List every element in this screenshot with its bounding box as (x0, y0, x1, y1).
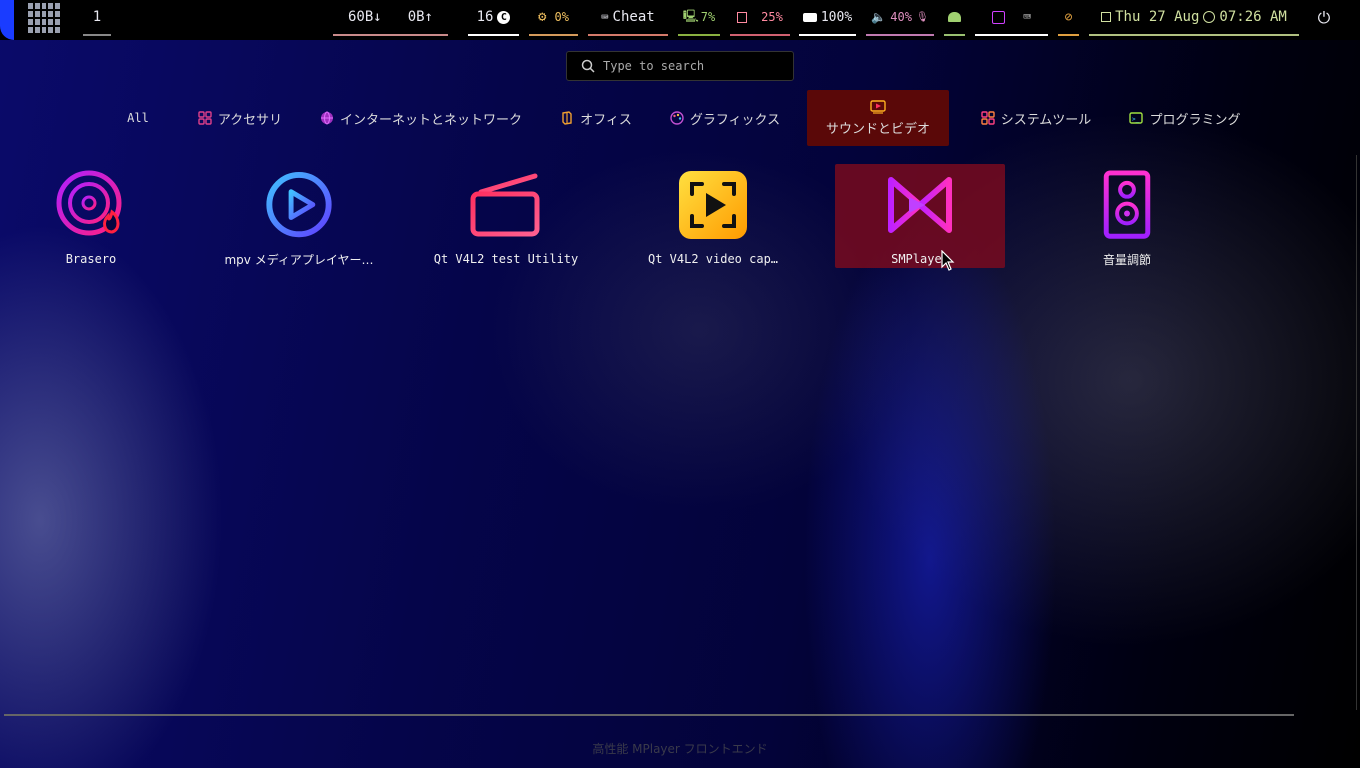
android-widget[interactable] (944, 0, 965, 36)
category-label: システムツール (1000, 112, 1092, 128)
category-graphics[interactable]: グラフィックス (662, 90, 788, 146)
category-office[interactable]: オフィス (552, 90, 640, 146)
multimedia-icon (870, 99, 886, 114)
mpv-icon (266, 171, 332, 238)
app-mpv[interactable]: mpv メディアプレイヤー… (214, 164, 384, 268)
search-box[interactable] (566, 51, 794, 81)
brasero-icon (56, 170, 122, 236)
keyboard-icon: ⌨ (601, 10, 609, 24)
clock-widget[interactable]: Thu 27 Aug 07:26 AM (1089, 0, 1299, 36)
battery-value: 100% (820, 9, 853, 25)
category-bar: All アクセサリ インターネットとネットワーク オフィス グラフィックス サウ… (0, 90, 1360, 148)
accessories-icon (198, 111, 212, 125)
updates-count: 16 (476, 9, 494, 25)
privacy-widget[interactable]: ⊘ (1058, 0, 1079, 36)
battery-widget[interactable]: 100% (799, 0, 856, 36)
microphone-icon: 🎙 (915, 11, 929, 23)
gear-icon: ⚙ (538, 9, 547, 25)
smplayer-icon (888, 177, 952, 233)
globe-icon (320, 111, 333, 125)
app-label: 音量調節 (1102, 253, 1151, 268)
refresh-icon: C (497, 10, 511, 24)
net-up-value: 0B↑ (407, 9, 433, 25)
network-widget[interactable]: 60B↓ 0B↑ (333, 0, 448, 36)
monitor-icon: 🖳 (682, 8, 699, 23)
search-input[interactable] (601, 58, 785, 74)
workspace-indicator[interactable]: 1 (83, 0, 111, 36)
palette-icon (670, 111, 684, 125)
category-all[interactable]: All (118, 90, 158, 146)
keyboard-tray-icon: ⌨ (1023, 9, 1031, 25)
temp-value: 7% (700, 10, 716, 24)
system-tools-icon (980, 111, 995, 125)
eye-off-icon: ⊘ (1064, 9, 1073, 25)
app-label: Qt V4L2 video cap… (647, 252, 779, 266)
volume-value: 40% (890, 10, 912, 24)
category-system-tools[interactable]: システムツール (972, 90, 1100, 146)
cpu-widget[interactable]: ⚙ 0% (529, 0, 578, 36)
app-label: mpv メディアプレイヤー… (224, 253, 374, 268)
category-label: インターネットとネットワーク (339, 112, 522, 128)
memory-value: 25% (761, 10, 783, 24)
temperature-widget[interactable]: 🖳 7% (678, 0, 720, 36)
twitch-icon (992, 10, 1006, 24)
android-icon (948, 12, 961, 22)
date-value: Thu 27 Aug (1115, 9, 1200, 25)
clock-icon (1203, 11, 1216, 23)
app-label: Brasero (65, 252, 117, 266)
battery-icon (802, 12, 817, 22)
power-icon[interactable]: ⏻ (1313, 0, 1335, 36)
code-icon: >_ (1129, 112, 1144, 124)
tray-widget[interactable]: ⌨ (975, 0, 1048, 36)
memory-widget[interactable]: 25% (730, 0, 790, 36)
category-programming[interactable]: >_ プログラミング (1122, 90, 1248, 146)
category-label: オフィス (580, 112, 632, 128)
horizontal-scrollbar[interactable] (4, 714, 1294, 716)
category-accessories[interactable]: アクセサリ (190, 90, 290, 146)
search-icon (581, 59, 595, 73)
app-brasero[interactable]: Brasero (6, 164, 176, 268)
workspace-number: 1 (92, 9, 102, 25)
cpu-value: 0% (554, 10, 569, 24)
app-qt-v4l2-test[interactable]: Qt V4L2 test Utility (421, 164, 591, 268)
svg-text:>_: >_ (1132, 116, 1140, 123)
top-bar: 1 60B↓ 0B↑ 16 C ⚙ 0% ⌨ Cheat 🖳 7% 25% 10… (0, 0, 1360, 40)
corner-accent (0, 0, 14, 40)
calendar-icon (1101, 12, 1112, 22)
launcher-area (0, 0, 68, 40)
category-label: サウンドとビデオ (825, 121, 930, 137)
app-description: 高性能 MPlayer フロントエンド (592, 742, 768, 756)
app-qt-v4l2-video-capture[interactable]: Qt V4L2 video cap… (628, 164, 798, 268)
category-internet[interactable]: インターネットとネットワーク (312, 90, 530, 146)
app-grid-icon[interactable] (28, 3, 60, 33)
mouse-cursor (941, 250, 955, 271)
scrollbar-track[interactable] (1356, 155, 1357, 710)
category-sound-video[interactable]: サウンドとビデオ (807, 90, 949, 146)
office-icon (562, 111, 572, 125)
category-label: グラフィックス (689, 112, 781, 128)
time-value: 07:26 AM (1219, 9, 1287, 25)
video-capture-icon (679, 171, 747, 239)
category-label: アクセサリ (217, 112, 283, 128)
speaker-box-icon (1103, 170, 1151, 239)
cheat-widget[interactable]: ⌨ Cheat (588, 0, 668, 36)
net-down-value: 60B↓ (347, 9, 382, 25)
speaker-icon: 🔈 (871, 10, 887, 24)
cheat-label: Cheat (612, 9, 655, 25)
app-smplayer[interactable]: SMPlayer (835, 164, 1005, 268)
category-label: プログラミング (1149, 112, 1241, 128)
category-label: All (127, 111, 149, 125)
radio-icon (470, 173, 540, 237)
volume-widget[interactable]: 🔈 40% 🎙 (866, 0, 934, 36)
app-label: Qt V4L2 test Utility (433, 252, 579, 266)
app-volume-control[interactable]: 音量調節 (1042, 164, 1212, 268)
memory-icon (737, 11, 748, 23)
updates-widget[interactable]: 16 C (468, 0, 519, 36)
